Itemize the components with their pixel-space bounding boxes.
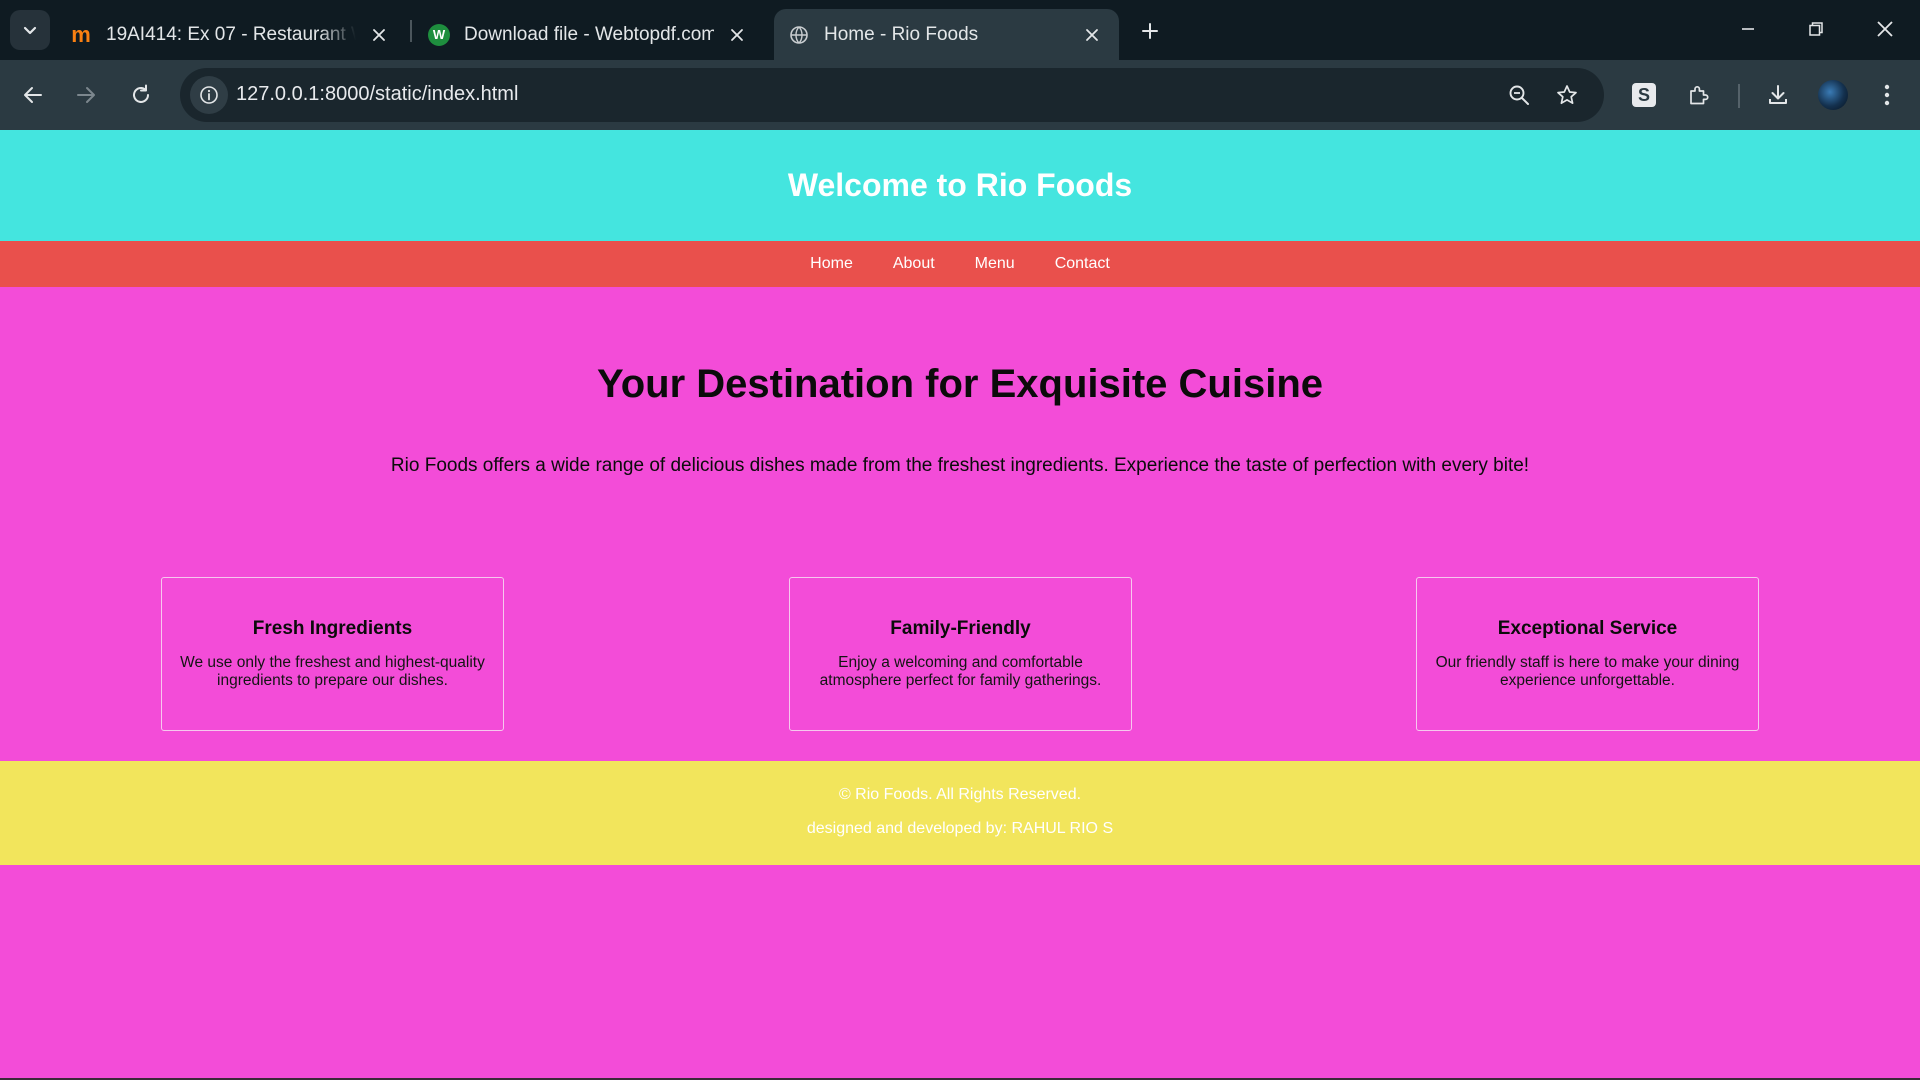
plus-icon: [1142, 23, 1158, 39]
moodle-logo-letter: m: [71, 21, 91, 47]
info-icon: [200, 86, 218, 104]
site-header: Welcome to Rio Foods: [0, 130, 1920, 241]
hero-title: Your Destination for Exquisite Cuisine: [596, 362, 1323, 406]
feature-card-exceptional-service: Exceptional Service Our friendly staff i…: [1416, 577, 1759, 731]
tab-title: Download file - Webtopdf.com: [464, 23, 714, 45]
minimize-icon: [1742, 28, 1754, 30]
url-text[interactable]: 127.0.0.1:8000/static/index.html: [236, 83, 518, 106]
close-icon: [1877, 21, 1893, 37]
browser-tab-webtopdf[interactable]: W Download file - Webtopdf.com: [414, 9, 764, 60]
chevron-down-icon: [23, 26, 37, 35]
footer-credit: designed and developed by: RAHUL RIO S: [806, 820, 1114, 837]
browser-tab-bar: m 19AI414: Ex 07 - Restaurant Website W …: [0, 0, 1920, 60]
browser-menu-button[interactable]: [1866, 74, 1908, 116]
moodle-icon: m: [70, 21, 92, 47]
extension-s-icon: S: [1632, 83, 1656, 107]
feature-card-fresh-ingredients: Fresh Ingredients We use only the freshe…: [161, 577, 504, 731]
feature-title: Exceptional Service: [1497, 618, 1678, 639]
extension-s-button[interactable]: S: [1623, 74, 1665, 116]
close-window-button[interactable]: [1855, 6, 1915, 52]
new-tab-button[interactable]: [1130, 14, 1170, 48]
feature-card-family-friendly: Family-Friendly Enjoy a welcoming and co…: [789, 577, 1132, 731]
restore-icon: [1809, 22, 1823, 36]
page-viewport: Welcome to Rio Foods Home About Menu Con…: [0, 130, 1920, 1080]
nav-link-menu[interactable]: Menu: [975, 255, 1015, 273]
nav-link-about[interactable]: About: [893, 255, 935, 273]
tab-separator: [410, 20, 412, 42]
feature-title: Fresh Ingredients: [252, 618, 413, 639]
bookmark-button[interactable]: [1550, 78, 1584, 112]
tab-title: 19AI414: Ex 07 - Restaurant Website: [106, 23, 356, 45]
browser-tab-rio-foods[interactable]: Home - Rio Foods: [774, 9, 1119, 60]
zoom-out-icon: [1509, 85, 1529, 105]
site-footer: © Rio Foods. All Rights Reserved. design…: [0, 761, 1920, 865]
toolbar-divider: [1738, 84, 1740, 108]
nav-link-home[interactable]: Home: [810, 255, 853, 273]
address-bar[interactable]: 127.0.0.1:8000/static/index.html: [180, 68, 1604, 122]
downloads-button[interactable]: [1757, 74, 1799, 116]
back-button[interactable]: [12, 74, 54, 116]
site-title: Welcome to Rio Foods: [787, 167, 1133, 203]
close-tab-icon[interactable]: [366, 22, 392, 48]
globe-icon: [788, 24, 810, 46]
browser-toolbar: 127.0.0.1:8000/static/index.html S: [0, 60, 1920, 130]
feature-title: Family-Friendly: [890, 618, 1031, 639]
site-info-button[interactable]: [190, 76, 228, 114]
minimize-button[interactable]: [1718, 6, 1778, 52]
webtopdf-logo-letter: W: [432, 27, 446, 42]
forward-button[interactable]: [65, 74, 107, 116]
reload-icon: [133, 84, 149, 103]
tab-search-button[interactable]: [10, 10, 50, 50]
arrow-left-icon: [24, 87, 42, 103]
star-icon: [1557, 85, 1577, 105]
extensions-button[interactable]: [1678, 74, 1720, 116]
webtopdf-icon: W: [428, 23, 450, 46]
close-tab-icon[interactable]: [724, 22, 750, 48]
footer-copyright: © Rio Foods. All Rights Reserved.: [838, 786, 1082, 803]
zoom-button[interactable]: [1502, 78, 1536, 112]
site-nav: Home About Menu Contact: [0, 241, 1920, 287]
close-tab-icon[interactable]: [1079, 22, 1105, 48]
profile-avatar[interactable]: [1818, 80, 1848, 110]
arrow-right-icon: [77, 87, 95, 103]
feature-text: Our friendly staff is here to make your …: [1435, 654, 1740, 689]
hero-text: Rio Foods offers a wide range of delicio…: [390, 455, 1530, 476]
restore-button[interactable]: [1786, 6, 1846, 52]
more-vertical-icon: [1884, 84, 1890, 106]
feature-text: We use only the freshest and highest-qua…: [180, 654, 485, 689]
download-icon: [1769, 85, 1787, 104]
feature-text: Enjoy a welcoming and comfortable atmosp…: [819, 654, 1102, 689]
extension-s-letter: S: [1637, 84, 1650, 105]
tab-title: Home - Rio Foods: [824, 23, 979, 45]
puzzle-icon: [1690, 85, 1709, 105]
reload-button[interactable]: [120, 74, 162, 116]
browser-tab-moodle[interactable]: m 19AI414: Ex 07 - Restaurant Website: [56, 9, 406, 60]
nav-link-contact[interactable]: Contact: [1055, 255, 1110, 273]
